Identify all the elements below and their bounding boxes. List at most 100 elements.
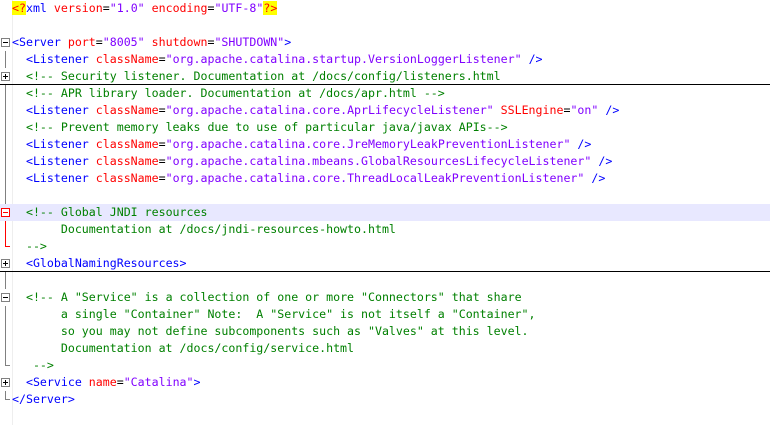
token-comment: --> (12, 358, 54, 372)
fold-expand-icon[interactable] (1, 378, 10, 387)
fold-guide-line (5, 119, 6, 136)
code-line[interactable]: <!-- A "Service" is a collection of one … (0, 289, 770, 306)
token-tag: /> (528, 52, 543, 66)
fold-guide-line (5, 153, 6, 170)
token-comment: <!-- Prevent memory leaks due to use of … (25, 120, 508, 134)
code-text: <!-- A "Service" is a collection of one … (12, 289, 522, 306)
code-line[interactable]: </Server> (0, 391, 770, 408)
token-comment: Documentation at /docs/jndi-resources-ho… (12, 222, 396, 236)
token-tag: /> (605, 103, 620, 117)
token-tag: <Listener (25, 154, 96, 168)
code-text: <Listener className="org.apache.catalina… (12, 136, 591, 153)
code-text: Documentation at /docs/config/service.ht… (12, 340, 354, 357)
token-value: "UTF-8" (214, 1, 264, 15)
code-line[interactable] (0, 272, 770, 289)
code-line[interactable]: Documentation at /docs/config/service.ht… (0, 340, 770, 357)
code-line[interactable]: <Listener className="org.apache.catalina… (0, 170, 770, 187)
code-line[interactable]: <!-- Security listener. Documentation at… (0, 68, 770, 85)
token-comment: <!-- A "Service" is a collection of one … (25, 290, 522, 304)
token-value: "on" (570, 103, 599, 117)
code-text: <Service name="Catalina"> (12, 374, 201, 391)
code-line[interactable]: Documentation at /docs/jndi-resources-ho… (0, 221, 770, 238)
code-line[interactable]: <!-- Prevent memory leaks due to use of … (0, 119, 770, 136)
token-tag: /> (598, 154, 613, 168)
xml-editor[interactable]: <?xml version="1.0" encoding="UTF-8"?> <S… (0, 0, 770, 425)
token-tag: > (284, 35, 292, 49)
token-tag: </Server> (12, 392, 75, 406)
code-line[interactable]: <Listener className="org.apache.catalina… (0, 136, 770, 153)
fold-expand-icon[interactable] (1, 259, 10, 268)
token-value: "org.apache.catalina.mbeans.GlobalResour… (165, 154, 592, 168)
code-line[interactable]: <Listener className="org.apache.catalina… (0, 51, 770, 68)
token-comment: <!-- Security listener. Documentation at… (25, 69, 501, 83)
token-value: "SHUTDOWN" (214, 35, 285, 49)
token-value: "org.apache.catalina.core.AprLifecycleLi… (165, 103, 494, 117)
code-line[interactable] (0, 17, 770, 34)
token-attr: className (95, 52, 159, 66)
token-comment: --> (12, 239, 47, 253)
token-attr: className (95, 154, 159, 168)
token-value: "org.apache.catalina.startup.VersionLogg… (165, 52, 522, 66)
code-line[interactable]: <Server port="8005" shutdown="SHUTDOWN"> (0, 34, 770, 51)
token-attr: name (88, 375, 117, 389)
fold-guide-line (5, 187, 6, 204)
token-tag: > (193, 375, 201, 389)
code-line[interactable]: <!-- APR library loader. Documentation a… (0, 85, 770, 102)
fold-guide-line (5, 136, 6, 153)
token-tag: <GlobalNamingResources> (25, 256, 187, 270)
fold-collapse-icon[interactable] (1, 208, 10, 217)
token-tag: <Server (12, 35, 68, 49)
fold-guide-end (5, 365, 10, 366)
token-tag: /> (591, 171, 606, 185)
token-tag: xml (25, 1, 54, 15)
code-line[interactable]: <Service name="Catalina"> (0, 374, 770, 391)
code-line[interactable]: --> (0, 357, 770, 374)
fold-guide-line (5, 323, 6, 340)
token-plain: = (95, 35, 103, 49)
token-attr: className (95, 103, 159, 117)
code-lines[interactable]: <?xml version="1.0" encoding="UTF-8"?> <S… (0, 0, 770, 408)
fold-guide-line (5, 170, 6, 187)
code-line[interactable] (0, 187, 770, 204)
fold-guide-line (5, 306, 6, 323)
code-line[interactable]: <Listener className="org.apache.catalina… (0, 153, 770, 170)
fold-collapse-icon[interactable] (1, 293, 10, 302)
token-attr: encoding (151, 1, 208, 15)
token-value: "8005" (102, 35, 145, 49)
code-text: <Listener className="org.apache.catalina… (12, 170, 605, 187)
token-plain: = (102, 1, 110, 15)
fold-guide-line (5, 221, 6, 238)
fold-guide-end (5, 399, 10, 400)
code-line[interactable]: <GlobalNamingResources> (0, 255, 770, 272)
token-comment: so you may not define subcomponents such… (12, 324, 529, 338)
code-line[interactable]: <?xml version="1.0" encoding="UTF-8"?> (0, 0, 770, 17)
code-line[interactable]: <Listener className="org.apache.catalina… (0, 102, 770, 119)
code-line[interactable]: --> (0, 238, 770, 255)
token-attr: SSLEngine (500, 103, 564, 117)
fold-guide-line (5, 272, 6, 289)
token-tag: <Listener (25, 137, 96, 151)
code-text: <!-- Security listener. Documentation at… (12, 68, 501, 85)
token-attr: className (95, 171, 159, 185)
code-line[interactable]: so you may not define subcomponents such… (0, 323, 770, 340)
code-text: so you may not define subcomponents such… (12, 323, 529, 340)
fold-collapse-icon[interactable] (1, 38, 10, 47)
fold-expand-icon[interactable] (1, 72, 10, 81)
code-text: a single "Container" Note: A "Service" i… (12, 306, 536, 323)
token-attr: port (67, 35, 96, 49)
fold-guide-line (5, 85, 6, 102)
token-plain: = (158, 137, 166, 151)
code-line[interactable]: a single "Container" Note: A "Service" i… (0, 306, 770, 323)
token-plain: = (158, 103, 166, 117)
code-line[interactable]: <!-- Global JNDI resources (0, 204, 770, 221)
code-text: <!-- Global JNDI resources (12, 204, 207, 221)
token-value: "org.apache.catalina.core.JreMemoryLeakP… (165, 137, 571, 151)
